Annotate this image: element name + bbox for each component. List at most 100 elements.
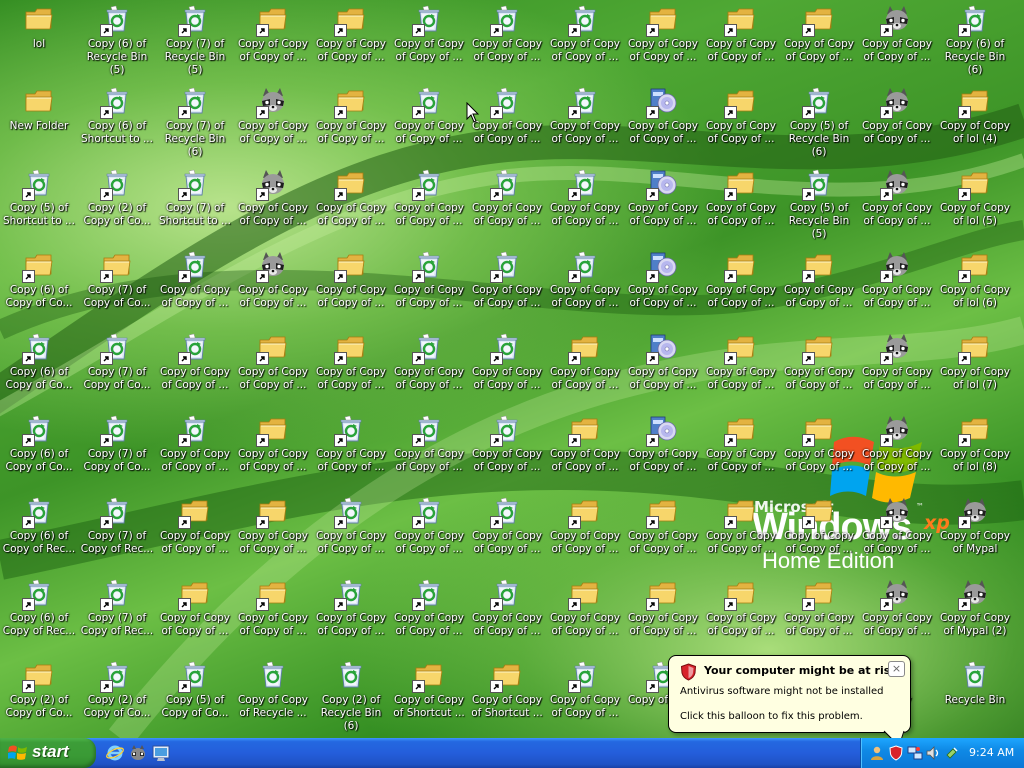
network-tray-icon[interactable] (907, 745, 923, 761)
desktop-icon-folder[interactable]: Copy of Copy of Copy of ... (702, 164, 780, 244)
desktop-icon-recycle[interactable]: Copy of Copy of Copy of ... (390, 246, 468, 326)
desktop-icon-folder[interactable]: Copy of Copy of Copy of ... (234, 410, 312, 490)
desktop-icon-raccoon[interactable]: Copy of Copy of Copy of ... (858, 328, 936, 408)
volume-tray-icon[interactable] (925, 745, 941, 761)
desktop-icon-folder[interactable]: Copy of Copy of lol (8) (936, 410, 1014, 490)
desktop-icon-folder[interactable]: Copy of Copy of Copy of ... (234, 574, 312, 654)
desktop-icon-folder[interactable]: Copy of Copy of Shortcut ... (468, 656, 546, 736)
desktop-icon-raccoon[interactable]: Copy of Copy of Copy of ... (234, 164, 312, 244)
desktop-icon-folder[interactable]: Copy of Copy of Copy of ... (780, 246, 858, 326)
raccoon-browser-icon[interactable] (129, 744, 147, 762)
security-center-shield-icon[interactable] (888, 745, 904, 761)
desktop-icon-recycle[interactable]: Copy (6) of Copy of Rec... (0, 492, 78, 572)
desktop-icon-recycle[interactable]: Copy of Copy of Copy of ... (312, 492, 390, 572)
desktop-icon-folder[interactable]: Copy of Copy of Copy of ... (234, 328, 312, 408)
desktop-icon-recycle[interactable]: Copy of Copy of Copy of ... (468, 0, 546, 80)
desktop-icon-recycle[interactable]: Copy of Copy of Copy of ... (468, 574, 546, 654)
desktop-icon-recycle[interactable]: Copy of Copy of Copy of ... (546, 246, 624, 326)
desktop-icon-folder[interactable]: Copy of Copy of Copy of ... (780, 0, 858, 80)
desktop-icon-recycle[interactable]: Copy (7) of Copy of Rec... (78, 574, 156, 654)
desktop-icon-recycle[interactable]: Copy (5) of Shortcut to ... (0, 164, 78, 244)
internet-explorer-icon[interactable] (106, 744, 124, 762)
desktop-icon-raccoon[interactable]: Copy of Copy of Mypal (2) (936, 574, 1014, 654)
desktop-icon-recycle[interactable]: Copy (7) of Recycle Bin (5) (156, 0, 234, 80)
desktop-icon-folder[interactable]: Copy of Copy of Copy of ... (156, 492, 234, 572)
desktop-icon-raccoon[interactable]: Copy of Copy of Copy of ... (858, 246, 936, 326)
desktop-icon-folder[interactable]: lol (0, 0, 78, 80)
balloon-close-button[interactable]: × (888, 661, 905, 677)
desktop-icon-folder[interactable]: Copy of Copy of Copy of ... (624, 0, 702, 80)
desktop-icon-recycle[interactable]: Copy of Copy of Copy of ... (390, 82, 468, 162)
desktop-icon-cd[interactable]: Copy of Copy of Copy of ... (624, 82, 702, 162)
desktop-icon-folder[interactable]: Copy of Copy of lol (7) (936, 328, 1014, 408)
desktop-icon-recycle[interactable]: Copy (7) of Copy of Co... (78, 328, 156, 408)
desktop-icon-recycle[interactable]: Recycle Bin (936, 656, 1014, 736)
desktop-icon-folder[interactable]: Copy of Copy of Copy of ... (546, 492, 624, 572)
desktop-icon-recycle[interactable]: Copy (2) of Copy of Co... (78, 656, 156, 736)
desktop-icon-recycle[interactable]: Copy (6) of Copy of Co... (0, 328, 78, 408)
start-button[interactable]: start (0, 738, 96, 768)
desktop-icon-recycle[interactable]: Copy of Copy of Copy of ... (468, 328, 546, 408)
desktop-icon-folder[interactable]: Copy of Copy of Copy of ... (702, 0, 780, 80)
desktop-icon-cd[interactable]: Copy of Copy of Copy of ... (624, 328, 702, 408)
desktop-icon-folder[interactable]: Copy of Copy of Copy of ... (312, 164, 390, 244)
desktop-icon-folder[interactable]: New Folder (0, 82, 78, 162)
desktop-icon-folder[interactable]: Copy of Copy of Copy of ... (702, 574, 780, 654)
desktop-icon-folder[interactable]: Copy of Copy of lol (6) (936, 246, 1014, 326)
desktop-icon-folder[interactable]: Copy of Copy of Copy of ... (780, 492, 858, 572)
desktop-icon-recycle[interactable]: Copy (7) of Copy of Co... (78, 410, 156, 490)
desktop-icon-recycle[interactable]: Copy of Copy of Copy of ... (468, 410, 546, 490)
desktop-icon-raccoon[interactable]: Copy of Copy of Mypal (936, 492, 1014, 572)
desktop-icon-recycle[interactable]: Copy (7) of Recycle Bin (6) (156, 82, 234, 162)
desktop-icon-recycle[interactable]: Copy (2) of Recycle Bin (6) (312, 656, 390, 736)
desktop-icon-recycle[interactable]: Copy of Copy of Copy of ... (156, 246, 234, 326)
desktop-icon-recycle[interactable]: Copy of Copy of Copy of ... (468, 492, 546, 572)
desktop-icon-folder[interactable]: Copy (7) of Copy of Co... (78, 246, 156, 326)
desktop-icon-folder[interactable]: Copy (2) of Copy of Co... (0, 656, 78, 736)
desktop-icon-recycle[interactable]: Copy of Copy of Copy of ... (390, 492, 468, 572)
desktop-icon-recycle[interactable]: Copy (5) of Copy of Co... (156, 656, 234, 736)
desktop-icon-folder[interactable]: Copy of Copy of Copy of ... (546, 574, 624, 654)
desktop-icon-raccoon[interactable]: Copy of Copy of Copy of ... (858, 82, 936, 162)
desktop-icon-recycle[interactable]: Copy of Copy of Copy of ... (546, 0, 624, 80)
desktop-icon-cd[interactable]: Copy of Copy of Copy of ... (624, 410, 702, 490)
desktop-icon-recycle[interactable]: Copy of Copy of Copy of ... (156, 410, 234, 490)
desktop-icon-folder[interactable]: Copy of Copy of Copy of ... (156, 574, 234, 654)
desktop-icon-folder[interactable]: Copy of Copy of Copy of ... (702, 410, 780, 490)
desktop-icon-recycle[interactable]: Copy (6) of Recycle Bin (5) (78, 0, 156, 80)
desktop-icon-folder[interactable]: Copy of Copy of Copy of ... (702, 328, 780, 408)
taskbar-clock[interactable]: 9:24 AM (969, 746, 1014, 759)
desktop-icon-recycle[interactable]: Copy of Copy of Copy of ... (546, 164, 624, 244)
desktop-icon-raccoon[interactable]: Copy of Copy of Copy of ... (858, 410, 936, 490)
desktop-icon-folder[interactable]: Copy of Copy of lol (4) (936, 82, 1014, 162)
desktop-icon-raccoon[interactable]: Copy of Copy of Copy of ... (858, 574, 936, 654)
desktop-icon-folder[interactable]: Copy of Copy of lol (5) (936, 164, 1014, 244)
desktop-icon-recycle[interactable]: Copy (2) of Copy of Co... (78, 164, 156, 244)
safely-remove-hardware-icon[interactable] (944, 745, 960, 761)
desktop-icon-recycle[interactable]: Copy (6) of Recycle Bin (6) (936, 0, 1014, 80)
user-tray-icon[interactable] (869, 745, 885, 761)
desktop-icon-folder[interactable]: Copy of Copy of Copy of ... (234, 492, 312, 572)
desktop-icon-recycle[interactable]: Copy of Copy of Copy of ... (390, 164, 468, 244)
desktop-icon-recycle[interactable]: Copy of Copy of Recycle ... (234, 656, 312, 736)
desktop-icon-folder[interactable]: Copy of Copy of Copy of ... (780, 328, 858, 408)
desktop-icon-recycle[interactable]: Copy of Copy of Copy of ... (312, 410, 390, 490)
desktop-icon-raccoon[interactable]: Copy of Copy of Copy of ... (858, 164, 936, 244)
security-alert-balloon[interactable]: Your computer might be at risk × Antivir… (668, 655, 911, 747)
show-desktop-icon[interactable] (152, 744, 170, 762)
desktop-icon-recycle[interactable]: Copy of Copy of Copy of ... (390, 574, 468, 654)
desktop-icon-folder[interactable]: Copy of Copy of Shortcut ... (390, 656, 468, 736)
desktop-icon-folder[interactable]: Copy (6) of Copy of Co... (0, 246, 78, 326)
desktop-icon-folder[interactable]: Copy of Copy of Copy of ... (780, 410, 858, 490)
desktop-icon-recycle[interactable]: Copy of Copy of Copy of ... (156, 328, 234, 408)
desktop-icon-raccoon[interactable]: Copy of Copy of Copy of ... (858, 0, 936, 80)
desktop-icon-folder[interactable]: Copy of Copy of Copy of ... (702, 82, 780, 162)
desktop-icon-folder[interactable]: Copy of Copy of Copy of ... (702, 492, 780, 572)
desktop-icon-recycle[interactable]: Copy (5) of Recycle Bin (5) (780, 164, 858, 244)
desktop-icon-folder[interactable]: Copy of Copy of Copy of ... (546, 410, 624, 490)
desktop-icon-folder[interactable]: Copy of Copy of Copy of ... (624, 574, 702, 654)
desktop-icon-recycle[interactable]: Copy (6) of Shortcut to ... (78, 82, 156, 162)
desktop-icon-recycle[interactable]: Copy of Copy of Copy of ... (468, 164, 546, 244)
desktop-icon-recycle[interactable]: Copy of Copy of Copy of ... (546, 656, 624, 736)
desktop-icon-raccoon[interactable]: Copy of Copy of Copy of ... (234, 82, 312, 162)
